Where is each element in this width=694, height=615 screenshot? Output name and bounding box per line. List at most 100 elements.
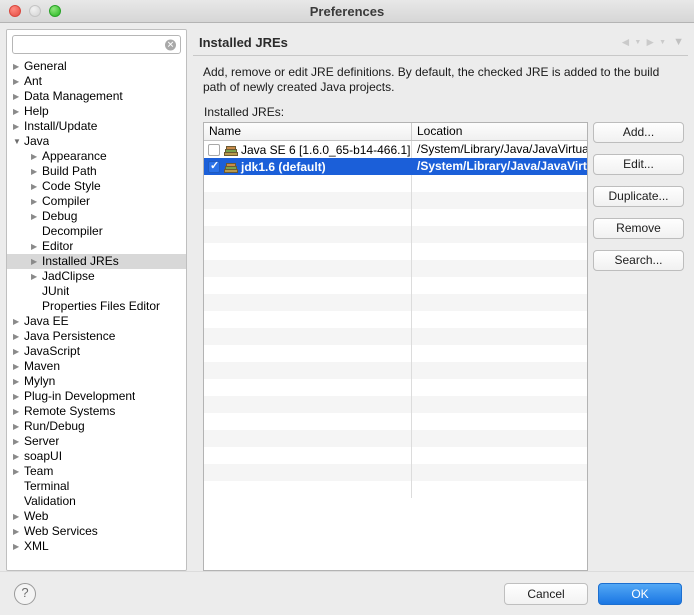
chevron-right-icon[interactable]: ▶ (31, 179, 42, 194)
forward-icon[interactable]: ► (644, 35, 656, 49)
sidebar-item-general[interactable]: ▶ General (7, 59, 186, 74)
sidebar-item-ant[interactable]: ▶ Ant (7, 74, 186, 89)
panel-menu-chevron-down-icon[interactable]: ▼ (673, 36, 684, 48)
chevron-right-icon[interactable]: ▶ (13, 449, 24, 464)
back-history-chevron-down-icon[interactable]: ▼ (634, 39, 641, 46)
chevron-right-icon[interactable]: ▶ (13, 119, 24, 134)
chevron-right-icon[interactable]: ▶ (31, 194, 42, 209)
cell-location (412, 311, 587, 328)
sidebar-item-properties-files-editor[interactable]: Properties Files Editor (7, 299, 186, 314)
clear-search-icon[interactable]: ✕ (165, 39, 176, 50)
chevron-right-icon[interactable]: ▶ (13, 434, 24, 449)
preferences-tree[interactable]: ▶ General ▶ Ant ▶ Data Management ▶ Help ▶ Instal… (7, 58, 186, 570)
chevron-right-icon[interactable]: ▶ (13, 389, 24, 404)
zoom-button[interactable] (49, 5, 61, 17)
sidebar-item-junit[interactable]: JUnit (7, 284, 186, 299)
forward-history-chevron-down-icon[interactable]: ▼ (659, 39, 666, 46)
sidebar-item-terminal[interactable]: Terminal (7, 479, 186, 494)
table-row-empty (204, 294, 587, 311)
cell-location (412, 447, 587, 464)
sidebar-item-data-management[interactable]: ▶ Data Management (7, 89, 186, 104)
sidebar-item-install-update[interactable]: ▶ Install/Update (7, 119, 186, 134)
chevron-right-icon[interactable]: ▶ (31, 269, 42, 284)
chevron-right-icon[interactable]: ▶ (13, 374, 24, 389)
sidebar-item-jadclipse[interactable]: ▶ JadClipse (7, 269, 186, 284)
search-box[interactable]: ✕ (12, 35, 181, 54)
sidebar-item-installed-jres[interactable]: ▶ Installed JREs (7, 254, 186, 269)
sidebar-item-label: Debug (42, 209, 78, 223)
back-icon[interactable]: ◄ (619, 35, 631, 49)
chevron-right-icon[interactable]: ▶ (13, 419, 24, 434)
sidebar-item-javascript[interactable]: ▶ JavaScript (7, 344, 186, 359)
sidebar-item-help[interactable]: ▶ Help (7, 104, 186, 119)
chevron-right-icon[interactable]: ▶ (31, 239, 42, 254)
sidebar-item-maven[interactable]: ▶ Maven (7, 359, 186, 374)
table-header-row: Name Location (204, 123, 587, 141)
sidebar-item-debug[interactable]: ▶ Debug (7, 209, 186, 224)
cell-location (412, 413, 587, 430)
cell-location (412, 362, 587, 379)
edit-button[interactable]: Edit... (593, 154, 684, 175)
sidebar-item-remote-systems[interactable]: ▶ Remote Systems (7, 404, 186, 419)
sidebar-item-web[interactable]: ▶ Web (7, 509, 186, 524)
sidebar-item-java-persistence[interactable]: ▶ Java Persistence (7, 329, 186, 344)
sidebar-item-java-ee[interactable]: ▶ Java EE (7, 314, 186, 329)
cell-name (204, 294, 412, 311)
column-header-name[interactable]: Name (204, 123, 412, 140)
remove-button[interactable]: Remove (593, 218, 684, 239)
sidebar-item-label: Install/Update (24, 119, 98, 133)
dialog-body: ✕ ▶ General ▶ Ant ▶ Data Management ▶ Help ▶ Inst… (0, 23, 694, 571)
chevron-right-icon[interactable]: ▶ (13, 329, 24, 344)
chevron-right-icon[interactable]: ▶ (13, 524, 24, 539)
chevron-right-icon[interactable]: ▶ (13, 74, 24, 89)
sidebar-item-editor[interactable]: ▶ Editor (7, 239, 186, 254)
help-icon[interactable]: ? (14, 582, 36, 605)
chevron-right-icon[interactable]: ▶ (13, 404, 24, 419)
minimize-button[interactable] (29, 5, 41, 17)
chevron-right-icon[interactable]: ▶ (31, 164, 42, 179)
chevron-right-icon[interactable]: ▶ (13, 539, 24, 554)
sidebar-item-run-debug[interactable]: ▶ Run/Debug (7, 419, 186, 434)
search-input[interactable] (17, 36, 162, 53)
sidebar-item-code-style[interactable]: ▶ Code Style (7, 179, 186, 194)
chevron-right-icon[interactable]: ▶ (31, 149, 42, 164)
table-row[interactable]: Java SE 6 [1.6.0_65-b14-466.1] /System/Li… (204, 141, 587, 158)
chevron-right-icon[interactable]: ▶ (13, 509, 24, 524)
sidebar-item-mylyn[interactable]: ▶ Mylyn (7, 374, 186, 389)
search-jre-button[interactable]: Search... (593, 250, 684, 271)
cell-location (412, 430, 587, 447)
sidebar-item-soapui[interactable]: ▶ soapUI (7, 449, 186, 464)
sidebar-item-decompiler[interactable]: Decompiler (7, 224, 186, 239)
duplicate-button[interactable]: Duplicate... (593, 186, 684, 207)
chevron-down-icon[interactable]: ▼ (13, 134, 24, 149)
chevron-right-icon[interactable]: ▶ (13, 314, 24, 329)
column-header-location[interactable]: Location (412, 123, 587, 140)
sidebar-item-team[interactable]: ▶ Team (7, 464, 186, 479)
table-row[interactable]: jdk1.6 (default) /System/Library/Java/Jav… (204, 158, 587, 175)
chevron-right-icon[interactable]: ▶ (13, 464, 24, 479)
sidebar-item-java[interactable]: ▼ Java (7, 134, 186, 149)
sidebar-item-server[interactable]: ▶ Server (7, 434, 186, 449)
sidebar-item-web-services[interactable]: ▶ Web Services (7, 524, 186, 539)
chevron-right-icon[interactable]: ▶ (13, 359, 24, 374)
jre-table[interactable]: Name Location Java SE 6 [1.6.0_65-b14-46… (203, 122, 588, 571)
cancel-button[interactable]: Cancel (504, 582, 588, 605)
cell-location (412, 260, 587, 277)
chevron-right-icon[interactable]: ▶ (13, 344, 24, 359)
chevron-right-icon[interactable]: ▶ (31, 209, 42, 224)
sidebar-item-build-path[interactable]: ▶ Build Path (7, 164, 186, 179)
chevron-right-icon[interactable]: ▶ (13, 89, 24, 104)
chevron-right-icon[interactable]: ▶ (13, 104, 24, 119)
sidebar-item-appearance[interactable]: ▶ Appearance (7, 149, 186, 164)
add-button[interactable]: Add... (593, 122, 684, 143)
sidebar-item-xml[interactable]: ▶ XML (7, 539, 186, 554)
ok-button[interactable]: OK (598, 582, 682, 605)
jre-checkbox[interactable] (208, 160, 220, 173)
close-button[interactable] (9, 5, 21, 17)
jre-checkbox[interactable] (208, 143, 220, 156)
chevron-right-icon[interactable]: ▶ (13, 59, 24, 74)
chevron-right-icon[interactable]: ▶ (31, 254, 42, 269)
sidebar-item-compiler[interactable]: ▶ Compiler (7, 194, 186, 209)
sidebar-item-validation[interactable]: Validation (7, 494, 186, 509)
sidebar-item-plug-in-development[interactable]: ▶ Plug-in Development (7, 389, 186, 404)
